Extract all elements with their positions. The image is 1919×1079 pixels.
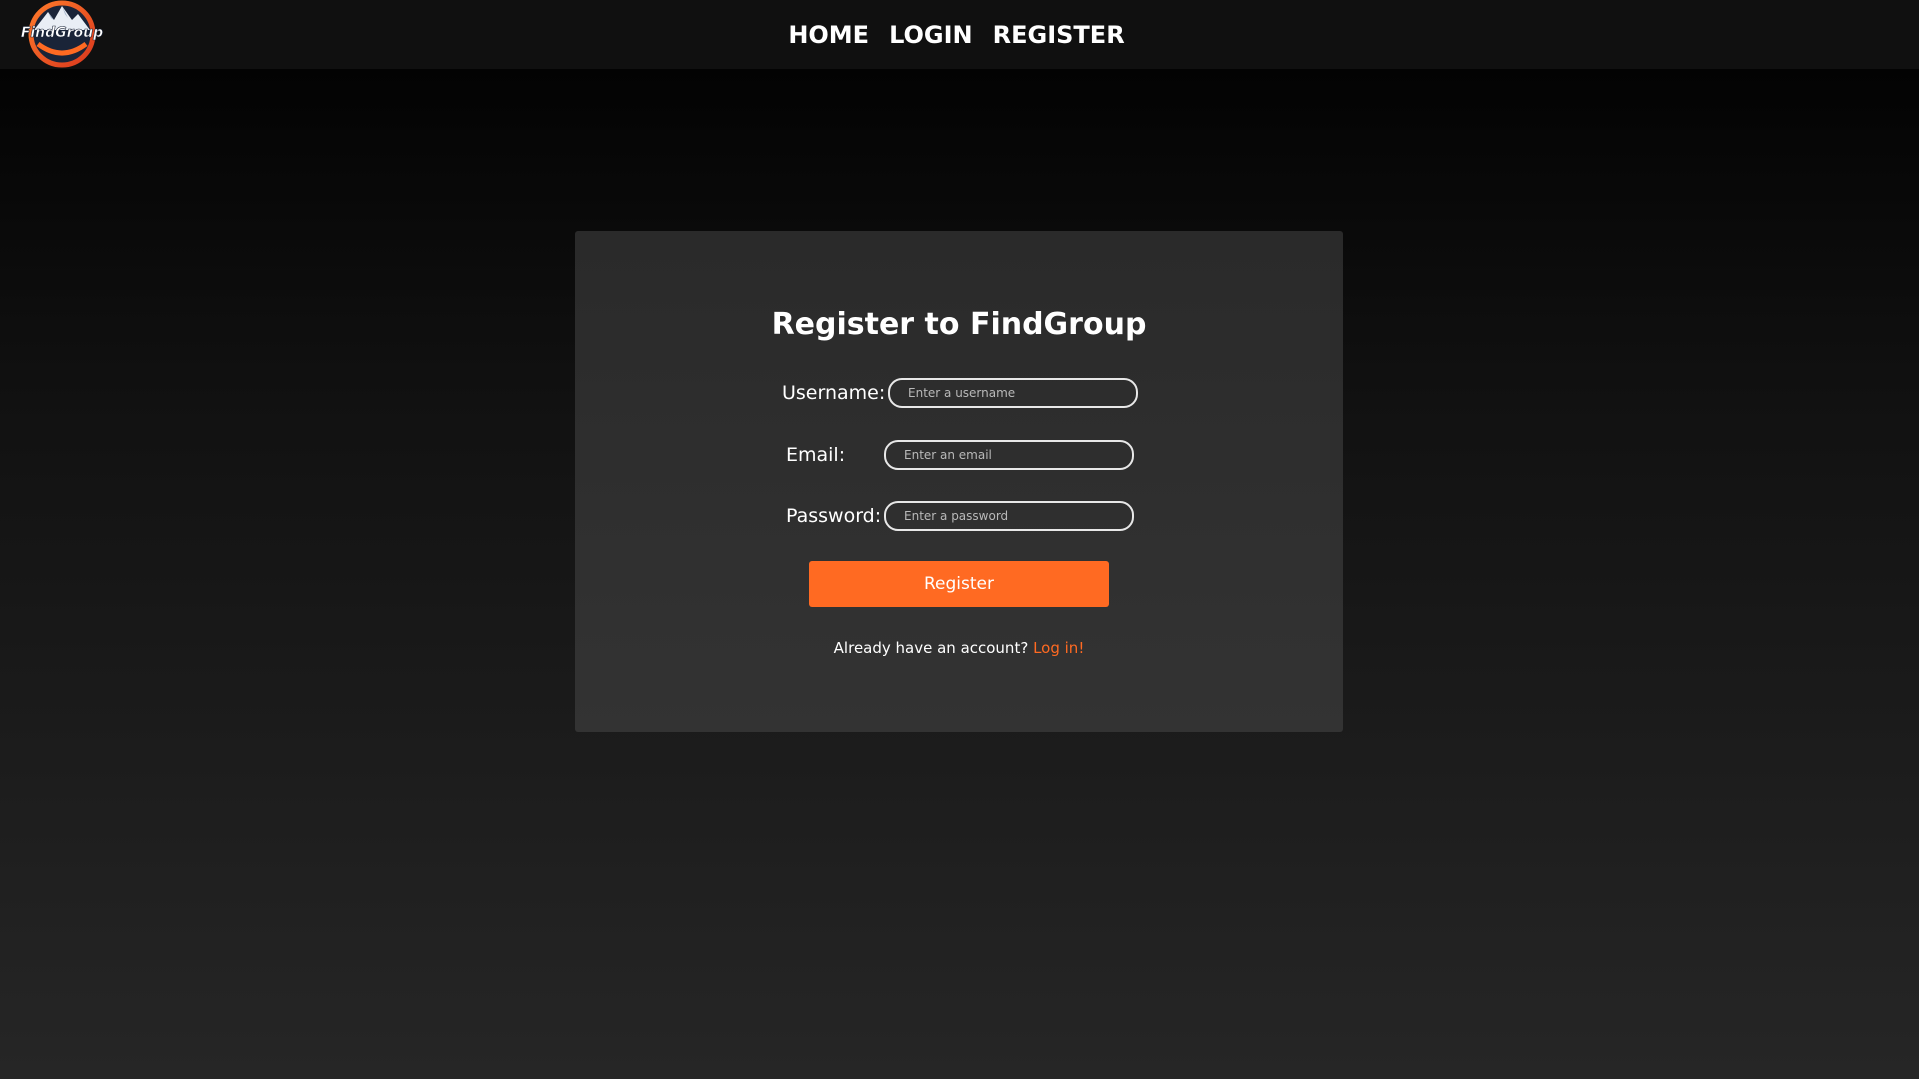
main-nav: HOME LOGIN REGISTER <box>0 0 1919 69</box>
password-row: Password: <box>786 501 1134 531</box>
username-row: Username: <box>782 378 1138 408</box>
nav-login-link[interactable]: LOGIN <box>889 21 973 49</box>
password-label: Password: <box>786 505 882 527</box>
email-input[interactable] <box>884 440 1134 470</box>
signin-prompt-text: Already have an account? <box>833 639 1029 657</box>
password-input[interactable] <box>884 501 1134 531</box>
page-title: Register to FindGroup <box>771 307 1147 342</box>
username-input[interactable] <box>888 378 1138 408</box>
register-card: Register to FindGroup Username: Email: P… <box>575 231 1343 732</box>
login-link[interactable]: Log in! <box>1033 639 1084 657</box>
nav-register-link[interactable]: REGISTER <box>993 21 1125 49</box>
register-button[interactable]: Register <box>809 561 1109 607</box>
nav-home-link[interactable]: HOME <box>788 21 869 49</box>
email-row: Email: <box>786 440 1134 470</box>
top-nav-bar: FindGroup HOME LOGIN REGISTER <box>0 0 1919 69</box>
email-label: Email: <box>786 444 846 466</box>
signin-prompt-line: Already have an account? Log in! <box>575 639 1343 657</box>
username-label: Username: <box>782 382 886 404</box>
